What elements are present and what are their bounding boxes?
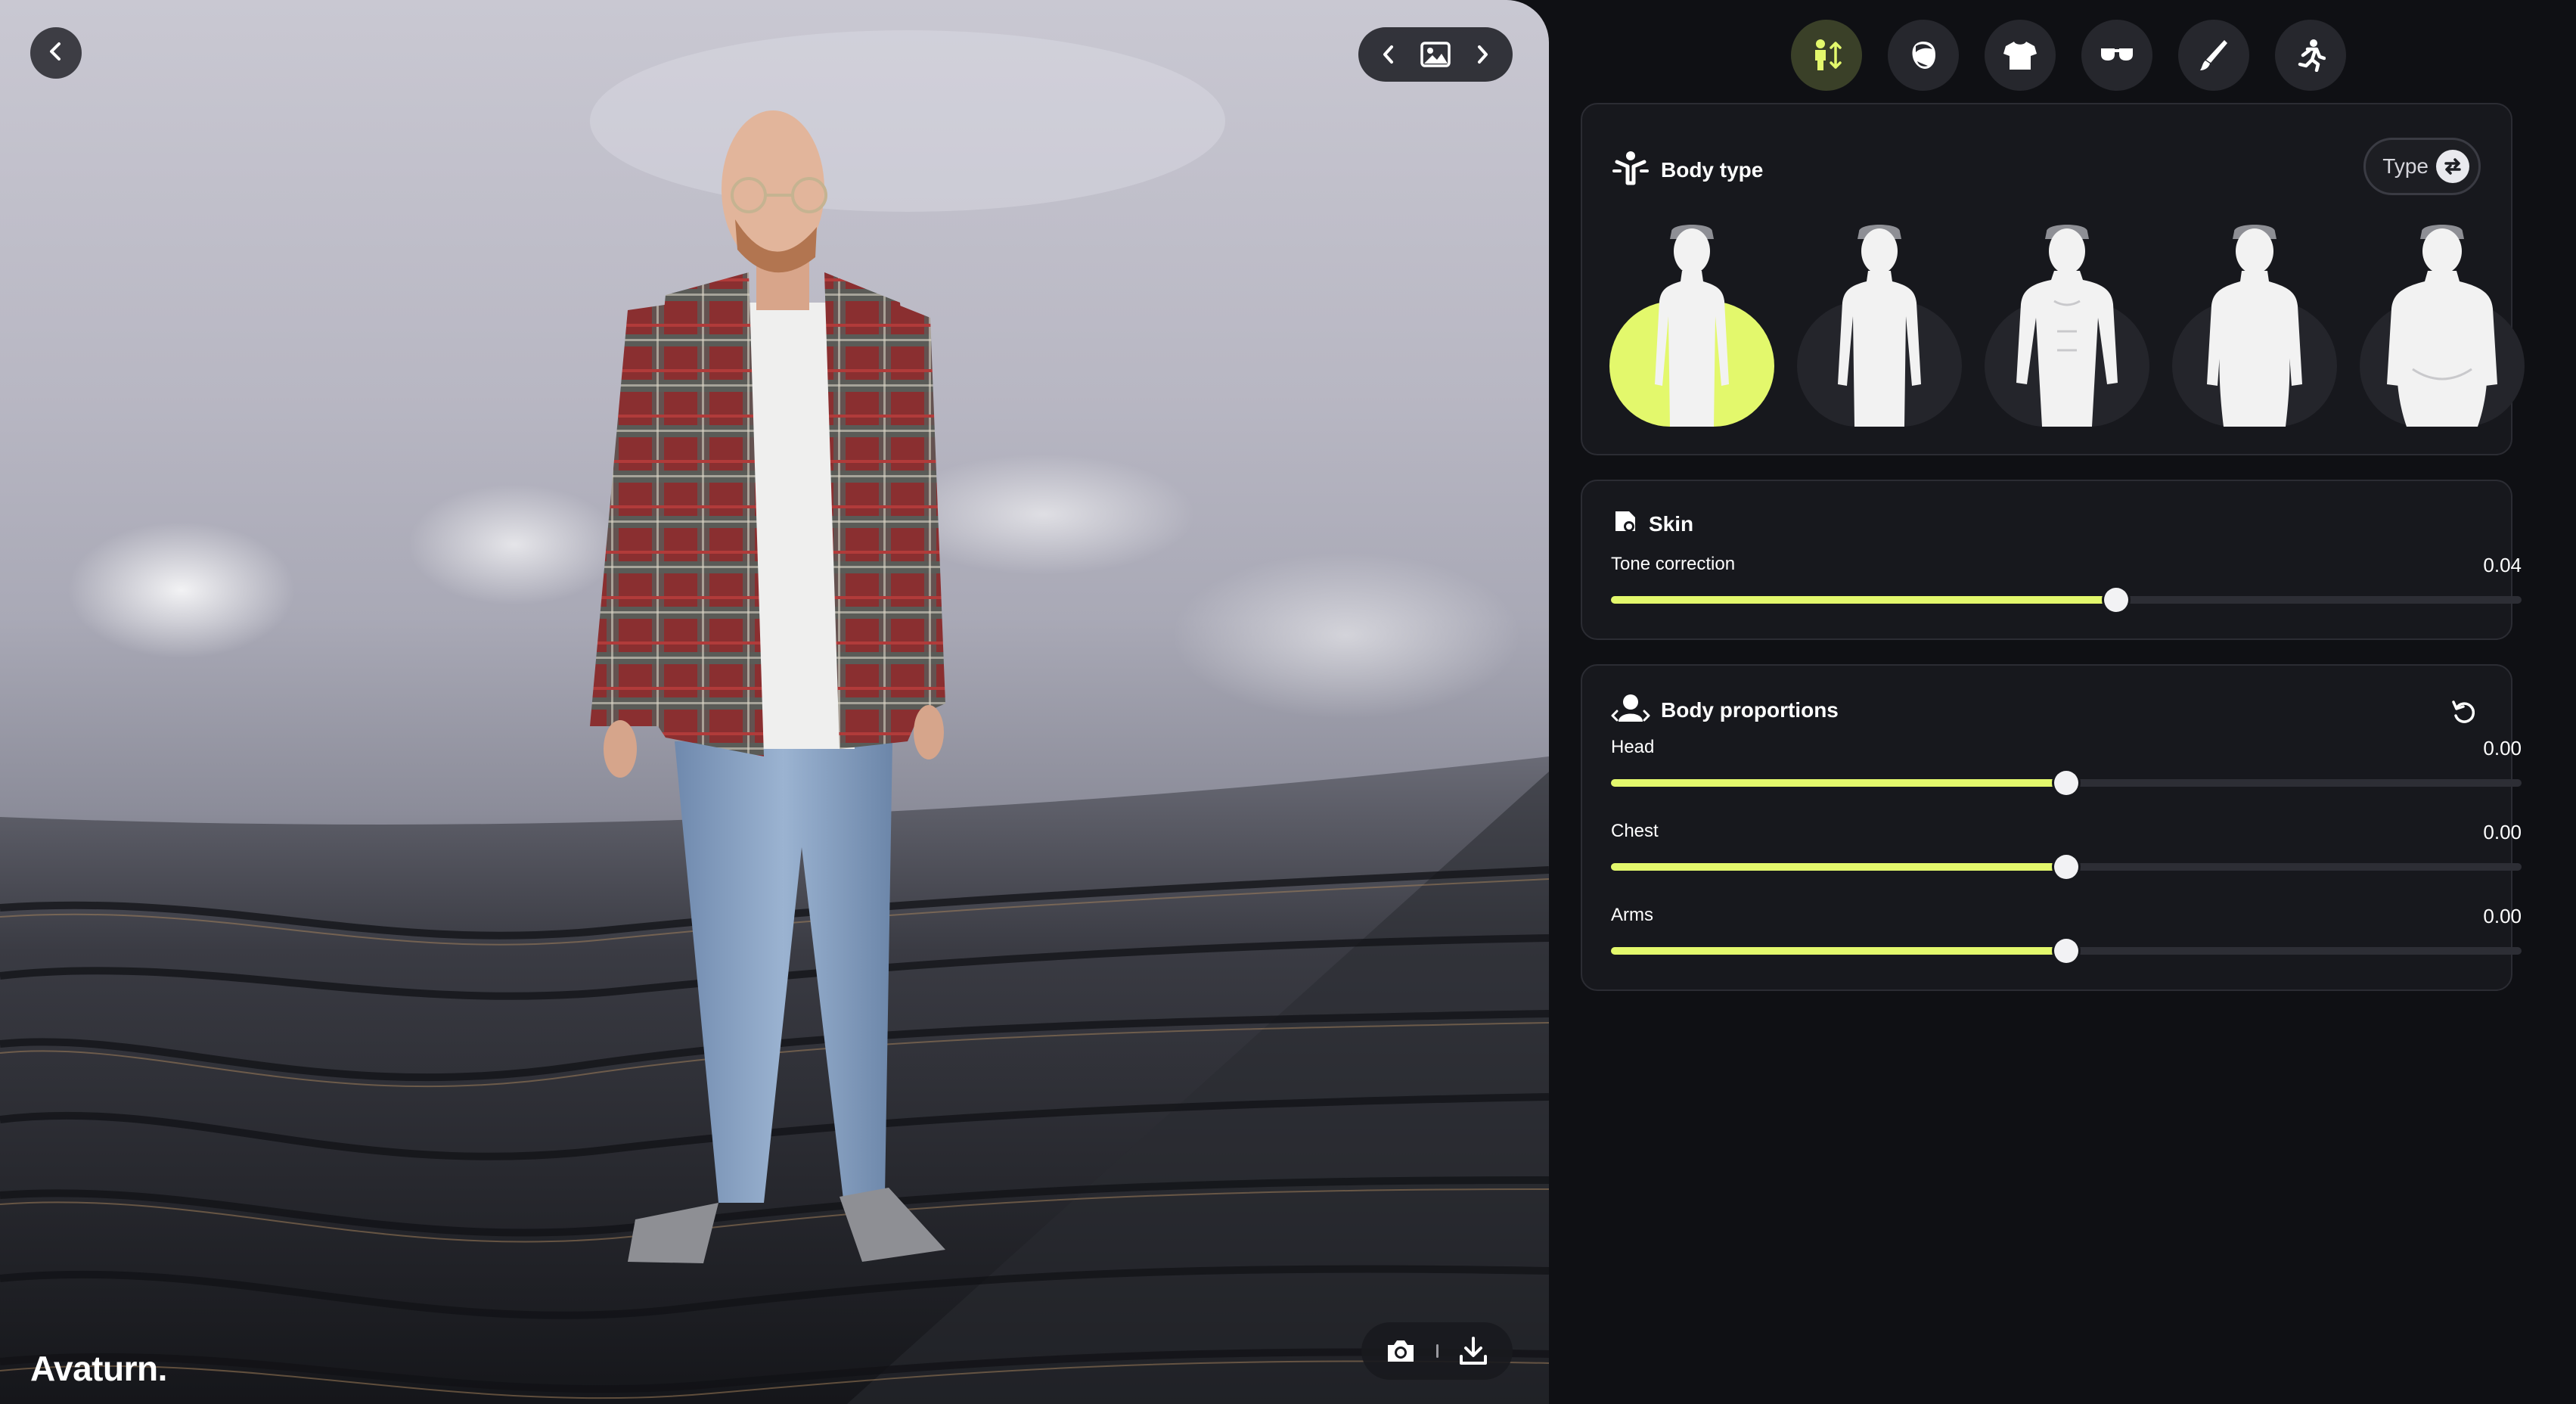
chevron-right-icon xyxy=(1478,45,1488,64)
body-silhouette-plus xyxy=(2387,225,2497,427)
editor-panel: Body type Type Skin Tone correction 0.04… xyxy=(1549,0,2576,1404)
scene-image-button[interactable] xyxy=(1419,33,1452,76)
body-option-slim[interactable] xyxy=(1609,218,1774,427)
tshirt-icon xyxy=(2003,42,2037,70)
brush-icon xyxy=(2200,40,2227,70)
running-person-icon xyxy=(2298,39,2326,72)
body-type-title: Body type xyxy=(1661,157,1764,182)
screenshot-button[interactable] xyxy=(1378,1328,1423,1374)
body-silhouette-heavy xyxy=(2207,225,2302,427)
reset-proportions-button[interactable] xyxy=(2446,694,2482,731)
tab-makeup[interactable] xyxy=(2178,20,2249,91)
head-icon xyxy=(1912,42,1935,69)
slider-track[interactable] xyxy=(1611,939,2522,963)
divider xyxy=(1435,1344,1439,1358)
slider-value: 0.00 xyxy=(2483,905,2522,927)
body-type-card: Body type Type xyxy=(1581,103,2525,455)
category-tabs xyxy=(1791,20,2346,91)
slider-thumb[interactable] xyxy=(2054,939,2078,963)
body-option-average[interactable] xyxy=(1797,218,1962,427)
body-type-header: Body type xyxy=(1611,150,1763,190)
slider-value: 0.04 xyxy=(2483,554,2522,576)
back-button[interactable] xyxy=(30,27,82,79)
slider-track[interactable] xyxy=(1611,771,2522,795)
slider-fill xyxy=(1611,596,2117,604)
media-actions xyxy=(1361,1322,1513,1380)
body-option-athletic[interactable] xyxy=(1985,218,2149,427)
scene-switcher xyxy=(1358,27,1513,82)
body-proportions-icon xyxy=(1611,693,1650,727)
slider-label: Tone correction xyxy=(1611,554,1736,574)
body-silhouette-slim xyxy=(1655,225,1729,427)
slider-thumb[interactable] xyxy=(2054,855,2078,879)
skin-icon xyxy=(1611,508,1638,539)
brand-logo: Avaturn. xyxy=(30,1349,167,1388)
chevron-left-icon xyxy=(45,40,67,67)
slider-track[interactable] xyxy=(1611,588,2522,612)
slider-thumb[interactable] xyxy=(2054,771,2078,795)
download-icon xyxy=(1460,1337,1487,1365)
tab-head[interactable] xyxy=(1888,20,1959,91)
body-option-heavy[interactable] xyxy=(2172,218,2337,427)
download-button[interactable] xyxy=(1451,1328,1496,1374)
body-type-icon xyxy=(1611,150,1650,190)
body-silhouette-average xyxy=(1838,225,1921,427)
slider-label: Chest xyxy=(1611,821,1659,841)
glasses-icon xyxy=(2101,48,2133,61)
body-proportions-card: Body proportions Head 0.00 Chest 0.00 Ar… xyxy=(1581,664,2522,991)
type-toggle-button[interactable]: Type xyxy=(2363,138,2481,195)
tab-body[interactable] xyxy=(1791,20,1862,91)
slider-fill xyxy=(1611,863,2066,871)
swap-icon xyxy=(2436,150,2469,183)
slider-value: 0.00 xyxy=(2483,821,2522,843)
slider-track[interactable] xyxy=(1611,855,2522,879)
image-icon xyxy=(1420,42,1451,67)
body-proportions-title: Body proportions xyxy=(1661,697,1839,722)
avatar-viewport[interactable]: Avaturn. xyxy=(0,0,1549,1404)
slider-fill xyxy=(1611,947,2066,955)
slider-label: Arms xyxy=(1611,905,1653,925)
skin-header: Skin xyxy=(1611,508,1693,539)
camera-icon xyxy=(1388,1340,1414,1362)
tab-accessories[interactable] xyxy=(2081,20,2152,91)
slider-value: 0.00 xyxy=(2483,737,2522,759)
reset-icon xyxy=(2452,700,2475,723)
body-silhouette-athletic xyxy=(2016,225,2118,427)
slider-fill xyxy=(1611,779,2066,787)
body-proportions-header: Body proportions xyxy=(1611,693,1839,727)
skin-card: Skin Tone correction 0.04 xyxy=(1581,480,2522,640)
prev-scene-button[interactable] xyxy=(1372,33,1405,76)
body-resize-icon xyxy=(1815,39,1842,70)
next-scene-button[interactable] xyxy=(1466,33,1499,76)
tab-animation[interactable] xyxy=(2275,20,2346,91)
scene-render xyxy=(0,30,1549,1404)
skin-title: Skin xyxy=(1649,511,1694,536)
tab-clothes[interactable] xyxy=(1985,20,2056,91)
chevron-left-icon xyxy=(1383,45,1393,64)
slider-label: Head xyxy=(1611,737,1655,757)
type-button-label: Type xyxy=(2382,154,2429,178)
slider-thumb[interactable] xyxy=(2104,588,2129,612)
body-option-plus[interactable] xyxy=(2360,218,2525,427)
body-type-options xyxy=(1609,218,2525,427)
